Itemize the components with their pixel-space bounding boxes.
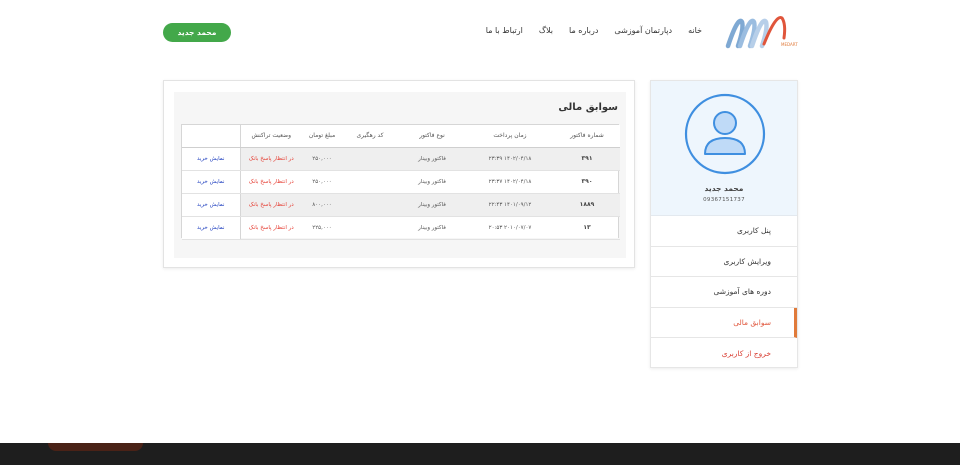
table-row: ۳۹۰ ۱۴۰۲/۰۴/۱۸ ۲۳:۳۷ فاکتور وبینار ۲۵۰,۰… <box>182 170 620 194</box>
profile-sidebar: محمد جدید 09367151737 پنل کاربری ویرایش … <box>650 80 798 368</box>
nav-about[interactable]: درباره ما <box>569 26 598 35</box>
transaction-status: در انتظار پاسخ بانک <box>240 170 302 194</box>
column-header-tracking-code: کد رهگیری <box>342 125 398 148</box>
footer-decoration <box>48 443 143 451</box>
transaction-status: در انتظار پاسخ بانک <box>240 216 302 240</box>
profile-name: محمد جدید <box>704 184 744 193</box>
invoice-number: ۱۳ <box>554 216 620 240</box>
invoice-type: فاکتور وبینار <box>398 170 466 194</box>
payment-time: ۱۴۰۲/۰۴/۱۸ ۲۳:۳۷ <box>466 170 554 194</box>
sidebar-item-logout[interactable]: خروج از کاربری <box>651 338 797 369</box>
nav-departments[interactable]: دپارتمان آموزشی <box>614 26 672 35</box>
sidebar-item-financial-records[interactable]: سوابق مالی <box>651 307 797 338</box>
table-row: ۳۹۱ ۱۴۰۲/۰۴/۱۸ ۲۳:۳۹ فاکتور وبینار ۲۵۰,۰… <box>182 147 620 171</box>
transactions-table: شماره فاکتور زمان پرداخت نوع فاکتور کد ر… <box>182 125 620 240</box>
nav-home[interactable]: خانه <box>688 26 702 35</box>
nav-contact[interactable]: ارتباط با ما <box>486 26 523 35</box>
column-header-invoice: شماره فاکتور <box>554 125 620 148</box>
table-row: ۱۳ ۲۰۱۰/۰۷/۰۷ ۲۰:۵۳ فاکتور وبینار ۲۲۵,۰۰… <box>182 216 620 240</box>
column-header-invoice-type: نوع فاکتور <box>398 125 466 148</box>
nav-blog[interactable]: بلاگ <box>539 26 553 35</box>
invoice-number: ۳۹۱ <box>554 147 620 171</box>
view-purchase-link[interactable]: نمایش خرید <box>182 216 241 240</box>
column-header-action <box>182 125 241 148</box>
table-row: ۱۸۸۹ ۱۴۰۱/۰۹/۱۲ ۲۲:۴۳ فاکتور وبینار ۸۰۰,… <box>182 193 620 217</box>
payment-time: ۱۴۰۲/۰۴/۱۸ ۲۳:۳۹ <box>466 147 554 171</box>
profile-card: محمد جدید 09367151737 <box>651 81 797 216</box>
column-header-payment-time: زمان پرداخت <box>466 125 554 148</box>
main-nav: خانه دپارتمان آموزشی درباره ما بلاگ ارتب… <box>486 26 702 35</box>
table-header-row: شماره فاکتور زمان پرداخت نوع فاکتور کد ر… <box>182 125 620 148</box>
column-header-status: وضعیت تراکنش <box>240 125 302 148</box>
sidebar-item-courses[interactable]: دوره های آموزشی <box>651 277 797 308</box>
payment-time: ۱۴۰۱/۰۹/۱۲ ۲۲:۴۳ <box>466 193 554 217</box>
amount: ۲۵۰,۰۰۰ <box>302 170 342 194</box>
view-purchase-link[interactable]: نمایش خرید <box>182 193 241 217</box>
sidebar-item-dashboard[interactable]: پنل کاربری <box>651 216 797 247</box>
column-header-amount: مبلغ تومان <box>302 125 342 148</box>
page-title: سوابق مالی <box>558 102 618 113</box>
tracking-code <box>342 147 398 171</box>
transaction-status: در انتظار پاسخ بانک <box>240 193 302 217</box>
logo-text: MEDART <box>781 42 798 47</box>
profile-phone: 09367151737 <box>703 197 745 203</box>
invoice-type: فاکتور وبینار <box>398 147 466 171</box>
tracking-code <box>342 193 398 217</box>
amount: ۲۲۵,۰۰۰ <box>302 216 342 240</box>
user-avatar-icon <box>684 93 766 175</box>
view-purchase-link[interactable]: نمایش خرید <box>182 170 241 194</box>
invoice-type: فاکتور وبینار <box>398 193 466 217</box>
transactions-table-wrapper: شماره فاکتور زمان پرداخت نوع فاکتور کد ر… <box>181 124 620 240</box>
sidebar-item-edit-profile[interactable]: ویرایش کاربری <box>651 247 797 277</box>
sidebar-menu: پنل کاربری ویرایش کاربری دوره های آموزشی… <box>651 216 797 369</box>
invoice-number: ۱۸۸۹ <box>554 193 620 217</box>
financial-records-panel: سوابق مالی شماره فاکتور زمان پرداخت نوع … <box>174 92 626 258</box>
amount: ۲۵۰,۰۰۰ <box>302 147 342 171</box>
amount: ۸۰۰,۰۰۰ <box>302 193 342 217</box>
payment-time: ۲۰۱۰/۰۷/۰۷ ۲۰:۵۳ <box>466 216 554 240</box>
tracking-code <box>342 170 398 194</box>
invoice-number: ۳۹۰ <box>554 170 620 194</box>
view-purchase-link[interactable]: نمایش خرید <box>182 147 241 171</box>
user-account-button[interactable]: محمد جدید <box>163 23 231 42</box>
transaction-status: در انتظار پاسخ بانک <box>240 147 302 171</box>
invoice-type: فاکتور وبینار <box>398 216 466 240</box>
site-footer <box>0 443 960 465</box>
financial-records-card: سوابق مالی شماره فاکتور زمان پرداخت نوع … <box>163 80 635 268</box>
tracking-code <box>342 216 398 240</box>
